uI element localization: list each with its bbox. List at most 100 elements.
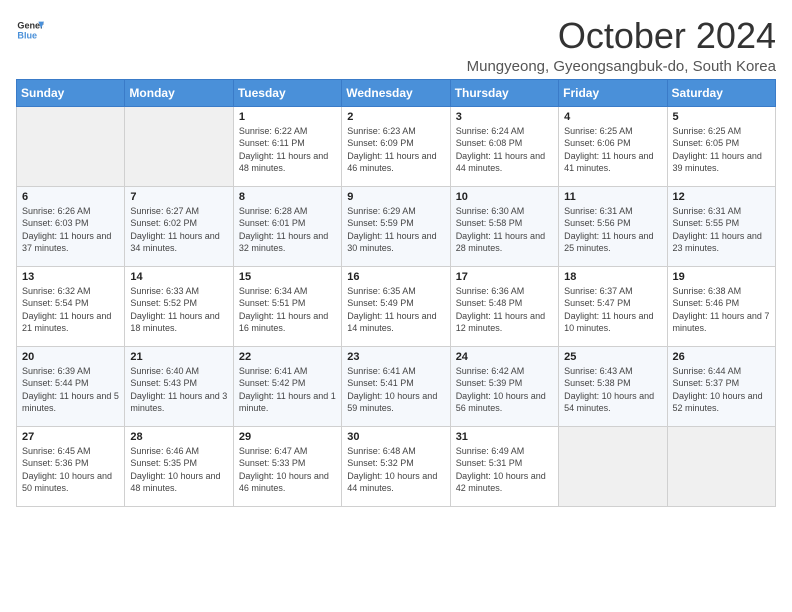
calendar-cell: 10 Sunrise: 6:30 AM Sunset: 5:58 PM Dayli… [450,186,558,266]
logo-icon: General Blue [16,16,44,44]
calendar-week-3: 20 Sunrise: 6:39 AM Sunset: 5:44 PM Dayli… [17,346,776,426]
day-number: 20 [22,351,119,363]
calendar-cell: 2Sunrise: 6:23 AM Sunset: 6:09 PM Daylig… [342,106,450,186]
day-header-tuesday: Tuesday [233,79,341,106]
calendar-cell: 31 Sunrise: 6:49 AM Sunset: 5:31 PM Dayli… [450,426,558,506]
calendar-header: SundayMondayTuesdayWednesdayThursdayFrid… [17,79,776,106]
day-info: Sunrise: 6:43 AM Sunset: 5:38 PM Dayligh… [564,365,661,415]
day-info: Sunrise: 6:26 AM Sunset: 6:03 PM Dayligh… [22,205,119,255]
day-info: Sunrise: 6:36 AM Sunset: 5:48 PM Dayligh… [456,285,553,335]
calendar-cell: 16 Sunrise: 6:35 AM Sunset: 5:49 PM Dayli… [342,266,450,346]
calendar-cell: 1 Sunrise: 6:22 AM Sunset: 6:11 PM Daylig… [233,106,341,186]
day-number: 15 [239,271,336,283]
day-header-wednesday: Wednesday [342,79,450,106]
calendar-cell: 9Sunrise: 6:29 AM Sunset: 5:59 PM Daylig… [342,186,450,266]
svg-text:Blue: Blue [17,30,37,40]
calendar-week-1: 6Sunrise: 6:26 AM Sunset: 6:03 PM Daylig… [17,186,776,266]
calendar-cell [125,106,233,186]
day-number: 3 [456,111,553,123]
location-subtitle: Mungyeong, Gyeongsangbuk-do, South Korea [467,58,776,75]
calendar-cell: 14Sunrise: 6:33 AM Sunset: 5:52 PM Dayli… [125,266,233,346]
day-header-monday: Monday [125,79,233,106]
day-number: 25 [564,351,661,363]
day-info: Sunrise: 6:49 AM Sunset: 5:31 PM Dayligh… [456,445,553,495]
day-info: Sunrise: 6:40 AM Sunset: 5:43 PM Dayligh… [130,365,227,415]
day-info: Sunrise: 6:31 AM Sunset: 5:55 PM Dayligh… [673,205,770,255]
calendar-cell: 8Sunrise: 6:28 AM Sunset: 6:01 PM Daylig… [233,186,341,266]
calendar-cell: 5Sunrise: 6:25 AM Sunset: 6:05 PM Daylig… [667,106,775,186]
calendar-cell: 20 Sunrise: 6:39 AM Sunset: 5:44 PM Dayli… [17,346,125,426]
day-number: 18 [564,271,661,283]
day-info: Sunrise: 6:37 AM Sunset: 5:47 PM Dayligh… [564,285,661,335]
day-header-thursday: Thursday [450,79,558,106]
calendar-cell: 28Sunrise: 6:46 AM Sunset: 5:35 PM Dayli… [125,426,233,506]
day-info: Sunrise: 6:34 AM Sunset: 5:51 PM Dayligh… [239,285,336,335]
calendar-table: SundayMondayTuesdayWednesdayThursdayFrid… [16,79,776,507]
day-header-saturday: Saturday [667,79,775,106]
day-info: Sunrise: 6:35 AM Sunset: 5:49 PM Dayligh… [347,285,444,335]
day-info: Sunrise: 6:48 AM Sunset: 5:32 PM Dayligh… [347,445,444,495]
calendar-cell: 21 Sunrise: 6:40 AM Sunset: 5:43 PM Dayli… [125,346,233,426]
day-info: Sunrise: 6:47 AM Sunset: 5:33 PM Dayligh… [239,445,336,495]
calendar-cell: 29 Sunrise: 6:47 AM Sunset: 5:33 PM Dayli… [233,426,341,506]
day-info: Sunrise: 6:30 AM Sunset: 5:58 PM Dayligh… [456,205,553,255]
day-number: 16 [347,271,444,283]
calendar-cell: 7 Sunrise: 6:27 AM Sunset: 6:02 PM Daylig… [125,186,233,266]
day-number: 29 [239,431,336,443]
day-number: 9 [347,191,444,203]
calendar-cell: 25 Sunrise: 6:43 AM Sunset: 5:38 PM Dayli… [559,346,667,426]
header: General Blue October 2024 Mungyeong, Gye… [16,16,776,75]
day-info: Sunrise: 6:25 AM Sunset: 6:06 PM Dayligh… [564,125,661,175]
day-info: Sunrise: 6:39 AM Sunset: 5:44 PM Dayligh… [22,365,119,415]
calendar-cell: 23 Sunrise: 6:41 AM Sunset: 5:41 PM Dayli… [342,346,450,426]
day-number: 19 [673,271,770,283]
day-info: Sunrise: 6:46 AM Sunset: 5:35 PM Dayligh… [130,445,227,495]
day-number: 13 [22,271,119,283]
calendar-cell: 13Sunrise: 6:32 AM Sunset: 5:54 PM Dayli… [17,266,125,346]
day-number: 14 [130,271,227,283]
calendar-cell: 15 Sunrise: 6:34 AM Sunset: 5:51 PM Dayli… [233,266,341,346]
month-title: October 2024 [467,16,776,56]
calendar-cell: 11 Sunrise: 6:31 AM Sunset: 5:56 PM Dayli… [559,186,667,266]
calendar-cell: 18 Sunrise: 6:37 AM Sunset: 5:47 PM Dayli… [559,266,667,346]
day-info: Sunrise: 6:23 AM Sunset: 6:09 PM Dayligh… [347,125,444,175]
calendar-cell: 27Sunrise: 6:45 AM Sunset: 5:36 PM Dayli… [17,426,125,506]
day-number: 11 [564,191,661,203]
day-info: Sunrise: 6:27 AM Sunset: 6:02 PM Dayligh… [130,205,227,255]
day-number: 22 [239,351,336,363]
day-info: Sunrise: 6:41 AM Sunset: 5:42 PM Dayligh… [239,365,336,415]
calendar-cell: 17Sunrise: 6:36 AM Sunset: 5:48 PM Dayli… [450,266,558,346]
title-area: October 2024 Mungyeong, Gyeongsangbuk-do… [467,16,776,75]
day-number: 7 [130,191,227,203]
day-number: 12 [673,191,770,203]
calendar-week-2: 13Sunrise: 6:32 AM Sunset: 5:54 PM Dayli… [17,266,776,346]
day-info: Sunrise: 6:31 AM Sunset: 5:56 PM Dayligh… [564,205,661,255]
day-number: 21 [130,351,227,363]
day-number: 26 [673,351,770,363]
day-header-sunday: Sunday [17,79,125,106]
day-number: 8 [239,191,336,203]
day-info: Sunrise: 6:41 AM Sunset: 5:41 PM Dayligh… [347,365,444,415]
calendar-cell [559,426,667,506]
calendar-week-4: 27Sunrise: 6:45 AM Sunset: 5:36 PM Dayli… [17,426,776,506]
day-info: Sunrise: 6:22 AM Sunset: 6:11 PM Dayligh… [239,125,336,175]
calendar-cell: 30 Sunrise: 6:48 AM Sunset: 5:32 PM Dayli… [342,426,450,506]
day-number: 30 [347,431,444,443]
calendar-cell: 4 Sunrise: 6:25 AM Sunset: 6:06 PM Daylig… [559,106,667,186]
day-number: 10 [456,191,553,203]
calendar-cell: 3Sunrise: 6:24 AM Sunset: 6:08 PM Daylig… [450,106,558,186]
calendar-cell: 12 Sunrise: 6:31 AM Sunset: 5:55 PM Dayli… [667,186,775,266]
day-number: 1 [239,111,336,123]
day-info: Sunrise: 6:25 AM Sunset: 6:05 PM Dayligh… [673,125,770,175]
day-number: 23 [347,351,444,363]
day-header-friday: Friday [559,79,667,106]
day-number: 31 [456,431,553,443]
calendar-cell [17,106,125,186]
calendar-cell: 6Sunrise: 6:26 AM Sunset: 6:03 PM Daylig… [17,186,125,266]
day-info: Sunrise: 6:45 AM Sunset: 5:36 PM Dayligh… [22,445,119,495]
logo: General Blue [16,16,44,44]
calendar-cell: 19Sunrise: 6:38 AM Sunset: 5:46 PM Dayli… [667,266,775,346]
calendar-cell [667,426,775,506]
day-number: 4 [564,111,661,123]
calendar-cell: 24Sunrise: 6:42 AM Sunset: 5:39 PM Dayli… [450,346,558,426]
